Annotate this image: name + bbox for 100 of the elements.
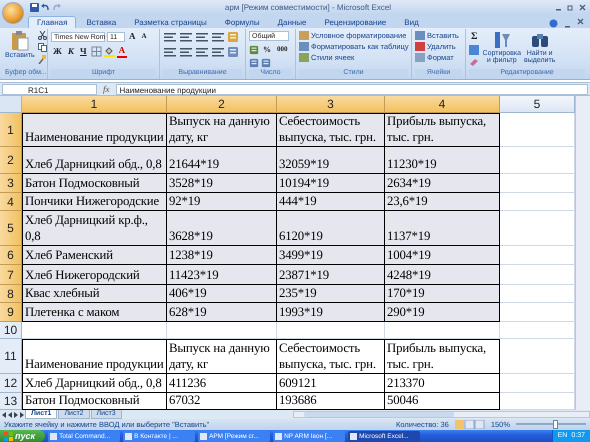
column-header[interactable]: 3 [277,96,385,113]
percent-button[interactable]: % [261,44,273,55]
column-header[interactable]: 5 [500,96,575,113]
app-icon [275,432,282,440]
brush-icon[interactable] [38,55,47,64]
row-header[interactable]: 11 [0,339,22,374]
save-icon[interactable] [30,2,39,12]
ribbon-tab[interactable]: Данные [270,17,314,28]
ribbon-tab[interactable]: Вид [396,17,427,28]
table-cell: Хлеб Дарницкий обд., 0,8 [22,374,167,393]
indent-icon[interactable] [211,46,225,58]
table-cell: 21644*19 [167,147,277,174]
column-header[interactable]: 1 [22,96,167,113]
row-header[interactable]: 2 [0,147,22,174]
name-box[interactable]: R1C1 [2,84,97,94]
fill-color-icon[interactable] [104,46,115,57]
table-cell: 1993*19 [277,303,385,322]
table-cell: 1004*19 [385,246,500,265]
table-cell: 609121 [277,374,385,393]
decrease-decimal-icon[interactable] [261,58,271,68]
row-header[interactable]: 1 [0,113,22,147]
table-cell: 1238*19 [167,246,277,265]
copy-icon[interactable] [38,43,47,52]
close-icon[interactable] [577,18,584,25]
underline-button[interactable]: Ч [78,46,89,57]
scissors-icon[interactable] [38,31,47,40]
table-cell: 11230*19 [385,147,500,174]
table-cell: 92*19 [167,193,277,211]
row-header[interactable]: 6 [0,246,22,265]
window-title: арм [Режим совместимости] - Microsoft Excel [224,2,392,12]
table-cell: Наименование продукции [22,113,167,147]
insert-function-button[interactable]: fx [99,84,114,94]
table-cell: Наименование продукции [22,339,167,374]
ribbon-tab[interactable]: Вставка [78,17,124,28]
row-header[interactable]: 7 [0,265,22,285]
formula-field[interactable]: Наименование продукции [116,84,588,94]
autosum-button[interactable]: Σ [469,31,480,42]
table-cell: 2634*19 [385,174,500,193]
row-header[interactable]: 4 [0,193,22,211]
merge-icon[interactable] [227,46,239,58]
table-cell: Себестоимость выпуска, тыс. грн. [277,113,385,147]
table-cell: 3528*19 [167,174,277,193]
increase-decimal-icon[interactable] [249,58,259,68]
table-cell: 406*19 [167,285,277,303]
row-header[interactable]: 13 [0,393,22,410]
table-cell: Хлеб Дарницкий кр.ф., 0,8 [22,211,167,246]
row-header[interactable]: 3 [0,174,22,193]
close-icon[interactable] [579,4,586,10]
row-header[interactable]: 8 [0,285,22,303]
table-cell: 6120*19 [277,211,385,246]
app-icon [125,432,132,440]
help-icon[interactable] [549,19,558,28]
align-top-icon[interactable] [163,32,177,42]
sheet-nav-icon[interactable] [2,412,24,418]
bold-button[interactable]: Ж [51,46,64,57]
restore-icon[interactable] [567,4,574,10]
table-cell: 10194*19 [277,174,385,193]
table-cell: 444*19 [277,193,385,211]
row-header[interactable]: 10 [0,322,22,339]
table-cell: 235*19 [277,285,385,303]
horizontal-scrollbar[interactable] [292,411,590,418]
orientation-icon[interactable] [211,32,225,42]
eraser-icon[interactable] [469,58,479,66]
windows-flag-icon [4,432,13,440]
table-cell: Прибыль выпуска, тыс. грн. [385,339,500,374]
ribbon-tab[interactable]: Разметка страницы [126,17,215,28]
ribbon-tab[interactable]: Рецензирование [316,17,394,28]
borders-icon[interactable] [90,46,102,57]
align-bottom-icon[interactable] [195,32,209,42]
font-color-button[interactable]: A [116,45,128,58]
table-cell: 23871*19 [277,265,385,285]
slider-thumb[interactable] [552,420,558,429]
app-icon [50,432,58,440]
ribbon-tab[interactable]: Главная [28,16,76,28]
table-cell: 3499*19 [277,246,385,265]
align-middle-icon[interactable] [179,32,193,42]
currency-icon[interactable] [249,44,259,54]
table-cell: Прибыль выпуска, тыс. грн. [385,113,500,147]
table-cell: Пончики Нижегородские [22,193,167,211]
vertical-scrollbar[interactable] [575,96,590,410]
italic-button[interactable]: К [66,46,76,57]
ribbon-tab[interactable]: Формулы [216,17,268,28]
table-cell: Выпуск на данную дату, кг [167,339,277,374]
undo-icon[interactable] [41,2,50,12]
table-cell: Плетенка с маком [22,303,167,322]
column-header[interactable]: 2 [167,96,277,113]
row-header[interactable]: 5 [0,211,22,246]
clipboard-icon [10,31,29,51]
column-header[interactable]: 4 [385,96,500,113]
table-cell: 1137*19 [385,211,500,246]
align-center-icon[interactable] [179,46,193,58]
table-cell: Батон Подмосковный [22,174,167,193]
table-cell: 628*19 [167,303,277,322]
align-left-icon[interactable] [163,46,177,58]
align-right-icon[interactable] [195,46,209,58]
row-header[interactable]: 12 [0,374,22,393]
table-cell: 170*19 [385,285,500,303]
table-cell: Выпуск на данную дату, кг [167,113,277,147]
grow-font-button[interactable]: A [127,31,138,42]
row-header[interactable]: 9 [0,303,22,322]
